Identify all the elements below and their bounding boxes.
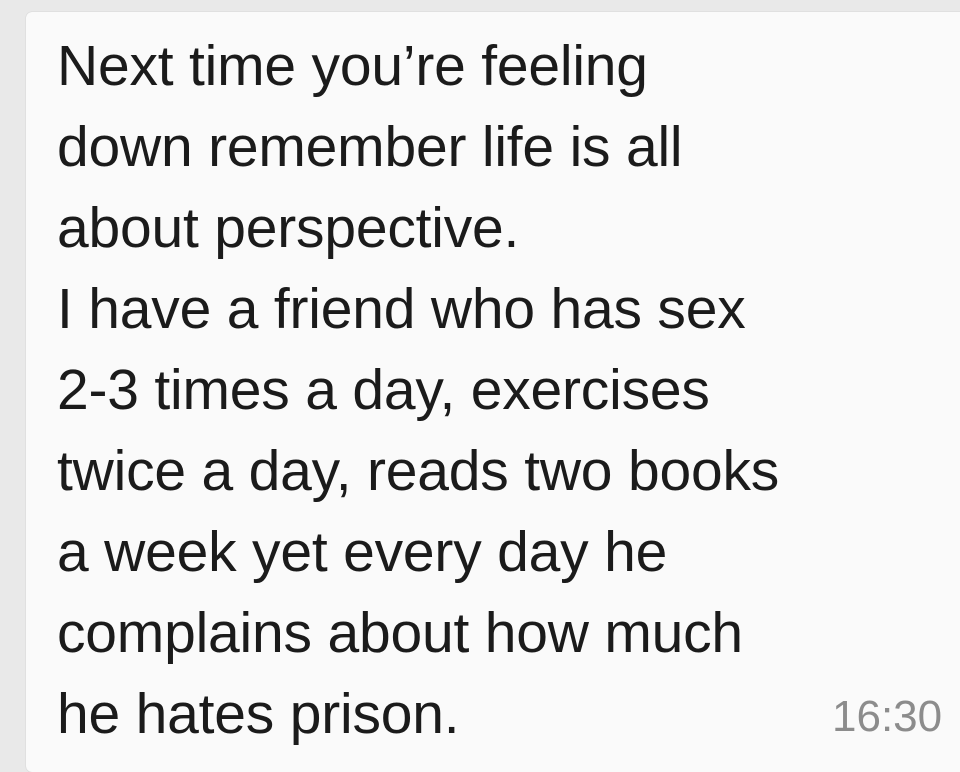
- message-line: Next time you’re feeling: [57, 34, 648, 98]
- message-line: I have a friend who has sex: [57, 277, 746, 341]
- message-line: 2-3 times a day, exercises: [57, 358, 710, 422]
- message-timestamp: 16:30: [832, 692, 943, 741]
- message-text: Next time you’re feeling down remember l…: [57, 26, 937, 755]
- message-line: twice a day, reads two books: [57, 439, 780, 503]
- message-line: about perspective.: [57, 196, 520, 260]
- message-line: he hates prison.: [57, 682, 460, 746]
- message-line: complains about how much: [57, 601, 743, 665]
- message-line: down remember life is all: [57, 115, 683, 179]
- message-line: a week yet every day he: [57, 520, 668, 584]
